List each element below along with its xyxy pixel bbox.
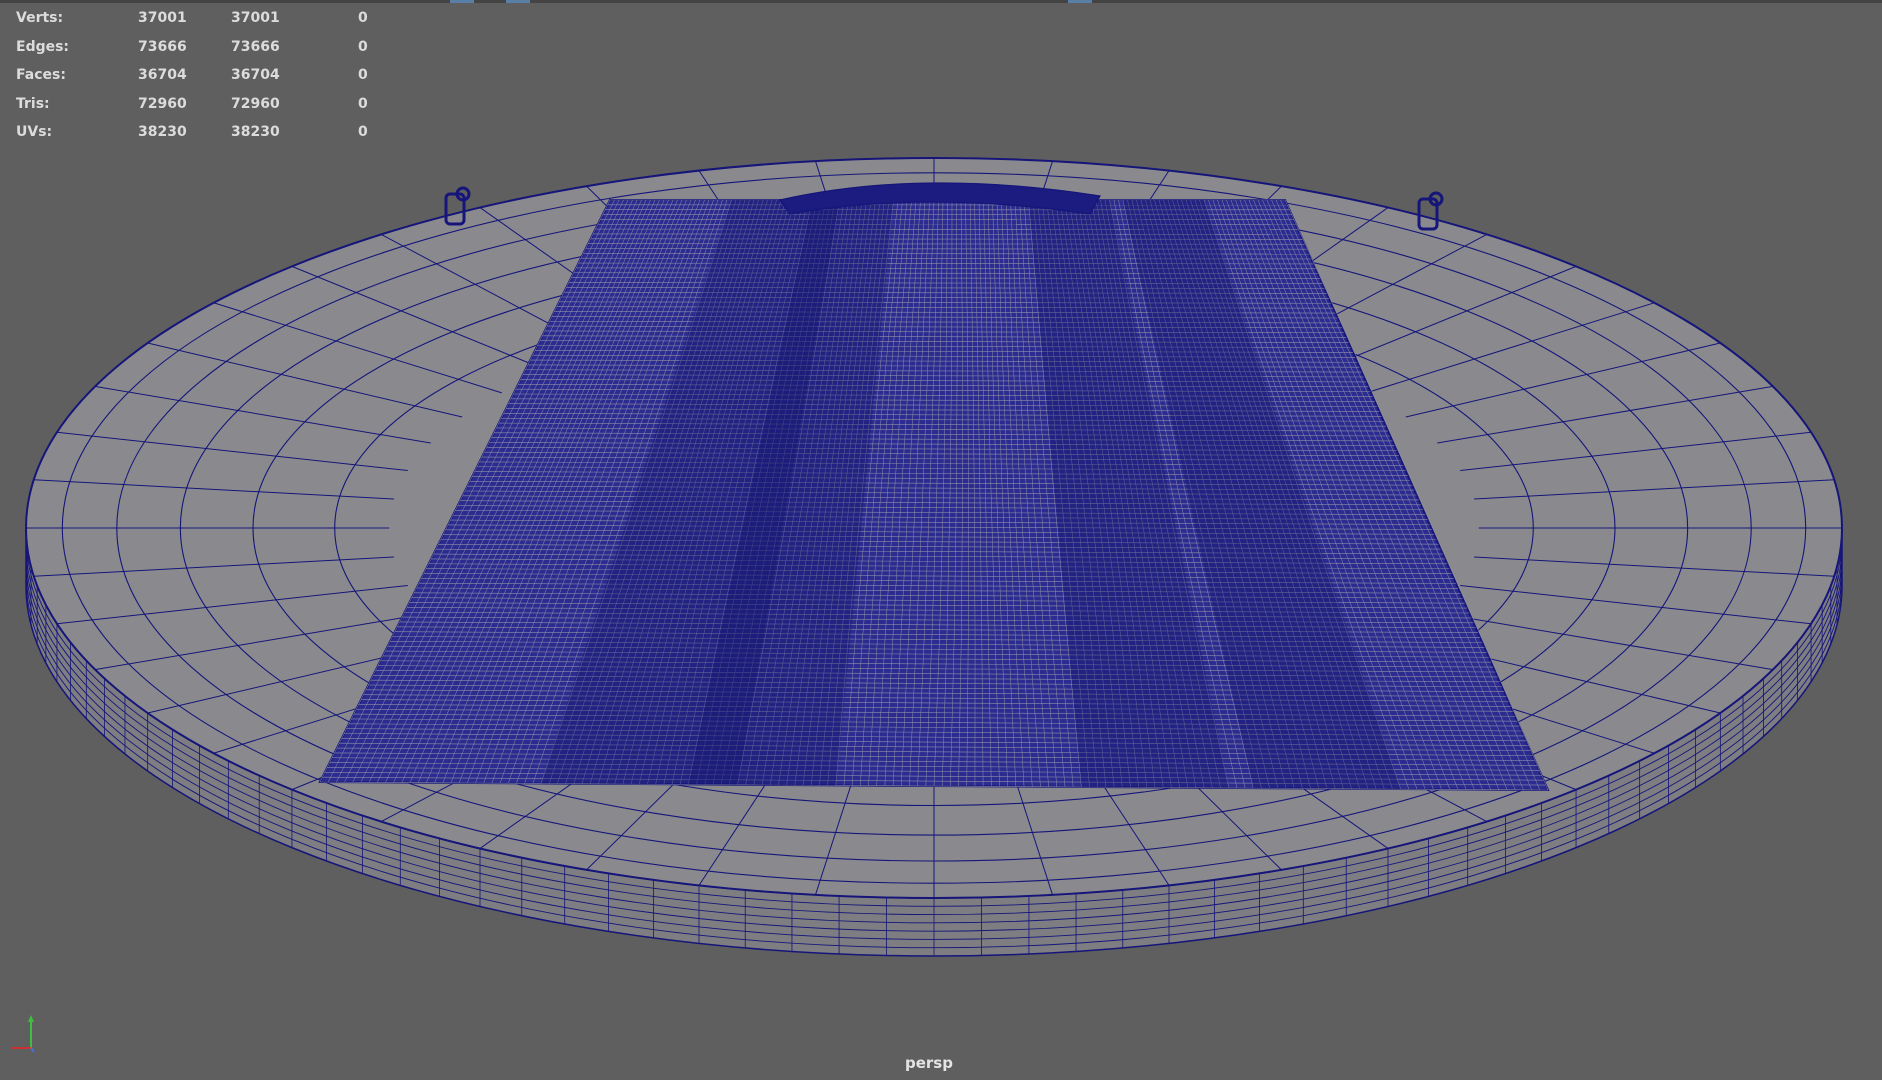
- hud-value-object: 38230: [138, 124, 187, 141]
- hud-value-selection: 36704: [231, 67, 280, 84]
- axis-y-arrow: [28, 1015, 34, 1022]
- hud-row-faces: Faces: 36704 36704 0: [16, 61, 376, 90]
- hud-row-edges: Edges: 73666 73666 0: [16, 33, 376, 62]
- hud-row-tris: Tris: 72960 72960 0: [16, 90, 376, 119]
- hud-label: Edges:: [16, 38, 70, 55]
- hud-value-selection: 38230: [231, 124, 280, 141]
- hud-value-selection: 72960: [231, 95, 280, 112]
- hud-value-component: 0: [358, 10, 368, 26]
- hud-label: Faces:: [16, 67, 66, 84]
- hud-value-selection: 73666: [231, 38, 280, 55]
- axis-z-line: [30, 1047, 35, 1053]
- hud-value-component: 0: [358, 124, 368, 141]
- hud-value-object: 37001: [138, 10, 187, 26]
- hud-row-uvs: UVs: 38230 38230 0: [16, 118, 376, 147]
- hud-value-object: 36704: [138, 67, 187, 84]
- hud-value-selection: 37001: [231, 10, 280, 26]
- hud-label: UVs:: [16, 124, 53, 141]
- hud-label: Verts:: [16, 10, 64, 26]
- hud-label: Tris:: [16, 95, 50, 112]
- view-axis-icon: [11, 1015, 35, 1053]
- poly-count-hud: Verts: 37001 37001 0 Edges: 73666 73666 …: [16, 4, 376, 147]
- hud-value-object: 73666: [138, 38, 187, 55]
- hud-value-object: 72960: [138, 95, 187, 112]
- viewport-persp[interactable]: Verts: 37001 37001 0 Edges: 73666 73666 …: [0, 0, 1882, 1080]
- hud-value-component: 0: [358, 67, 368, 84]
- wireframe-scene[interactable]: [0, 0, 1882, 1080]
- hud-row-verts: Verts: 37001 37001 0: [16, 4, 376, 33]
- camera-name-label: persp: [905, 1054, 953, 1072]
- hud-value-component: 0: [358, 38, 368, 55]
- hud-value-component: 0: [358, 95, 368, 112]
